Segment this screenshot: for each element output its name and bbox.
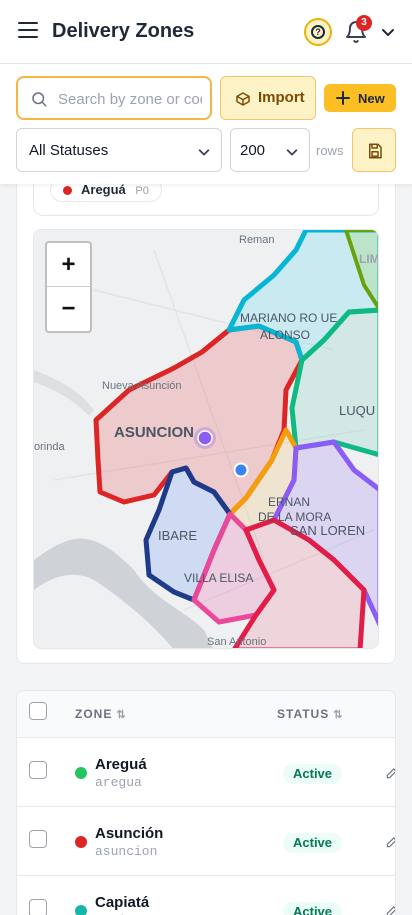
map-label-villa-elisa: VILLA ELISA bbox=[184, 571, 253, 585]
edit-icon[interactable] bbox=[385, 904, 396, 915]
map-card: Areguá P0 Reman LIM MARIANO RO UE ALONSO… bbox=[16, 150, 396, 664]
table-row[interactable]: Areguá aregua Active bbox=[17, 738, 396, 807]
edit-icon[interactable] bbox=[385, 835, 396, 849]
new-button[interactable]: New bbox=[324, 84, 396, 112]
zone-name[interactable]: Areguá bbox=[95, 756, 147, 773]
zone-name[interactable]: Asunción bbox=[95, 825, 163, 842]
map-label-asuncion: ASUNCION bbox=[114, 424, 194, 441]
zoom-control: + − bbox=[45, 241, 92, 333]
table-row[interactable]: Capiatá capiata Active bbox=[17, 876, 396, 915]
zone-color-dot bbox=[75, 905, 87, 915]
filter-toolbar: Import New All Statuses 200 rows bbox=[0, 64, 412, 184]
save-icon bbox=[369, 143, 382, 159]
column-header-zone[interactable]: ZONE ⇅ bbox=[75, 707, 126, 721]
map-label-fernando-1: ERNAN bbox=[268, 495, 310, 509]
chevron-down-icon[interactable] bbox=[380, 24, 396, 40]
map-label-san-antonio: San Antonio bbox=[207, 636, 266, 648]
river-branch bbox=[34, 370, 94, 416]
map-label-fernando-2: DE LA MORA bbox=[258, 510, 331, 524]
save-button[interactable] bbox=[352, 128, 396, 172]
status-filter-select[interactable]: All Statuses bbox=[16, 128, 222, 172]
map-label-reman: Reman bbox=[239, 234, 274, 246]
chevron-down-icon bbox=[286, 149, 298, 156]
map-label-mariano-1: MARIANO RO UE bbox=[240, 311, 337, 325]
menu-icon[interactable] bbox=[18, 22, 38, 40]
search-input[interactable] bbox=[58, 88, 202, 110]
status-badge: Active bbox=[283, 902, 343, 915]
map-label-lim: LIM bbox=[359, 252, 379, 266]
map-label-san-lorenzo: SAN LOREN bbox=[290, 523, 365, 538]
map-label-luque: LUQU bbox=[339, 403, 375, 418]
status-badge: Active bbox=[283, 764, 343, 784]
rows-label: rows bbox=[316, 143, 344, 158]
zone-color-dot bbox=[75, 767, 87, 779]
box-icon bbox=[236, 92, 250, 106]
zones-table: ZONE ⇅ STATUS ⇅ Areguá aregua Active Asunc… bbox=[16, 690, 396, 915]
table-header: ZONE ⇅ STATUS ⇅ bbox=[17, 691, 395, 738]
row-checkbox[interactable] bbox=[29, 899, 47, 915]
select-all-checkbox[interactable] bbox=[29, 702, 47, 720]
rows-value: 200 bbox=[240, 142, 266, 159]
row-checkbox[interactable] bbox=[29, 761, 47, 779]
selected-zone-marker[interactable] bbox=[197, 430, 213, 446]
map-label-nueva-asuncion: Nueva Asunción bbox=[102, 380, 182, 392]
row-checkbox[interactable] bbox=[29, 830, 47, 848]
sort-icon: ⇅ bbox=[333, 709, 343, 721]
zoom-out-button[interactable]: − bbox=[47, 287, 90, 331]
current-location-marker[interactable] bbox=[233, 462, 249, 478]
new-label: New bbox=[358, 91, 385, 106]
status-filter-value: All Statuses bbox=[29, 142, 109, 159]
help-icon[interactable]: ? bbox=[304, 18, 332, 46]
plus-icon bbox=[336, 91, 350, 105]
search-field[interactable] bbox=[16, 76, 212, 120]
chevron-down-icon bbox=[198, 149, 210, 156]
search-icon bbox=[32, 92, 47, 107]
status-badge: Active bbox=[283, 833, 343, 853]
top-bar: Delivery Zones ? 3 bbox=[0, 0, 412, 64]
zone-code: aregua bbox=[95, 775, 142, 790]
map-label-orinda: orinda bbox=[34, 441, 65, 453]
table-row[interactable]: Asunción asuncion Active bbox=[17, 807, 396, 876]
zone-color-dot bbox=[63, 186, 72, 195]
zone-map[interactable]: Reman LIM MARIANO RO UE ALONSO LUQU Nuev… bbox=[33, 229, 379, 649]
map-label-mariano-2: ALONSO bbox=[260, 328, 310, 342]
notification-badge: 3 bbox=[356, 15, 372, 31]
legend-zone-code: P0 bbox=[135, 185, 149, 197]
zone-color-dot bbox=[75, 836, 87, 848]
map-label-lambare: IBARE bbox=[158, 528, 197, 543]
import-label: Import bbox=[258, 89, 305, 106]
zone-code: asuncion bbox=[95, 844, 158, 859]
rows-per-page-select[interactable]: 200 bbox=[230, 128, 310, 172]
edit-icon[interactable] bbox=[385, 766, 396, 780]
import-button[interactable]: Import bbox=[220, 76, 316, 120]
sort-icon: ⇅ bbox=[116, 709, 126, 721]
zone-name[interactable]: Capiatá bbox=[95, 894, 149, 911]
zoom-in-button[interactable]: + bbox=[47, 243, 90, 287]
page-title: Delivery Zones bbox=[52, 20, 195, 42]
legend-zone-name: Areguá bbox=[81, 182, 126, 197]
column-header-status[interactable]: STATUS ⇅ bbox=[277, 707, 342, 721]
